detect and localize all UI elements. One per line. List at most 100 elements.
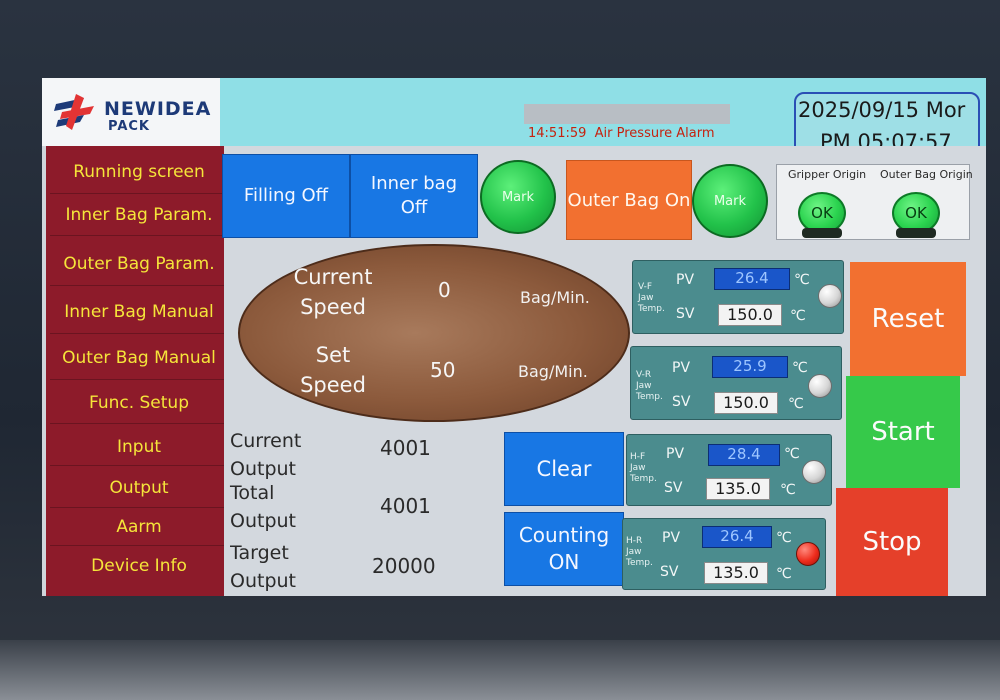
start-button[interactable]: Start	[846, 376, 960, 488]
sidebar-item-alarm[interactable]: Aarm	[50, 508, 228, 546]
alarm-time: 14:51:59	[528, 126, 587, 141]
temp-code: H-R	[626, 536, 643, 546]
temp-jaw: Jaw	[626, 546, 642, 557]
lamp-base	[896, 228, 936, 238]
set-speed-value[interactable]: 50	[430, 358, 455, 382]
hmi-screen: NEWIDEA PACK 14:51:59 Air Pressure Alarm…	[42, 78, 986, 596]
pv-label: PV	[662, 530, 681, 546]
temp-unit: ℃	[792, 360, 808, 376]
sidebar-item-inner-bag-param[interactable]: Inner Bag Param.	[50, 194, 228, 236]
temp-unit: ℃	[788, 396, 804, 412]
heater-on-indicator[interactable]	[796, 542, 820, 566]
pv-label: PV	[672, 360, 691, 376]
set-speed-label: Set Speed	[278, 340, 388, 401]
pv-label: PV	[676, 272, 695, 288]
current-output-label-line1: Current	[230, 430, 302, 452]
date-display: 2025/09/15 Mor	[798, 98, 966, 122]
heater-off-indicator[interactable]	[802, 460, 826, 484]
temp-unit: ℃	[784, 446, 800, 462]
set-speed-label-line2: Speed	[300, 373, 366, 398]
temp-unit: ℃	[780, 482, 796, 498]
sidebar-item-device-info[interactable]: Device Info	[50, 546, 228, 586]
current-output-label: Current Output	[230, 428, 301, 483]
pv-value: 28.4	[708, 444, 780, 466]
total-output-label: Total Output	[230, 480, 296, 535]
temp-panel-v-f-label: V-F Jaw Temp.	[638, 282, 665, 314]
sidebar-item-inner-bag-manual[interactable]: Inner Bag Manual	[50, 290, 228, 334]
pv-value: 25.9	[712, 356, 788, 378]
inner-bag-label-line2: Off	[400, 197, 428, 218]
temp-word: Temp.	[636, 391, 663, 402]
current-speed-unit: Bag/Min.	[520, 288, 590, 307]
lamp-base	[802, 228, 842, 238]
sidebar-item-running-screen[interactable]: Running screen	[50, 150, 228, 194]
temp-word: Temp.	[630, 473, 657, 484]
heater-off-indicator[interactable]	[808, 374, 832, 398]
current-speed-label: Current Speed	[278, 262, 388, 323]
current-output-label-line2: Output	[230, 457, 296, 480]
reset-button[interactable]: Reset	[850, 262, 966, 376]
current-speed-label-line2: Speed	[300, 295, 366, 320]
clear-button[interactable]: Clear	[504, 432, 624, 506]
sidebar-item-outer-bag-param[interactable]: Outer Bag Param.	[50, 242, 228, 286]
sidebar-item-func-setup[interactable]: Func. Setup	[50, 382, 228, 424]
logo-icon	[54, 94, 94, 130]
total-output-label-line2: Output	[230, 509, 296, 532]
target-output-label: Target Output	[230, 540, 296, 594]
temp-jaw: Jaw	[636, 380, 652, 391]
total-output-value: 4001	[380, 494, 431, 518]
stop-button[interactable]: Stop	[836, 488, 948, 596]
alarm-text: Air Pressure Alarm	[594, 126, 715, 141]
current-speed-value: 0	[438, 278, 451, 302]
gripper-origin-label: Gripper Origin	[788, 168, 867, 181]
temp-code: V-F	[638, 282, 653, 292]
target-output-label-line1: Target	[230, 542, 289, 564]
temp-unit: ℃	[794, 272, 810, 288]
logo-area: NEWIDEA PACK	[42, 78, 220, 146]
heater-off-indicator[interactable]	[818, 284, 842, 308]
temp-panel-h-r-label: H-R Jaw Temp.	[626, 536, 653, 568]
set-speed-label-line1: Set	[315, 343, 351, 367]
target-output-value[interactable]: 20000	[372, 554, 436, 578]
pv-label: PV	[666, 446, 685, 462]
temp-word: Temp.	[626, 557, 653, 568]
outer-bag-toggle-button[interactable]: Outer Bag On	[566, 160, 692, 240]
sv-label: SV	[664, 480, 683, 496]
temp-panel-h-f-label: H-F Jaw Temp.	[630, 452, 657, 484]
sv-label: SV	[672, 394, 691, 410]
pv-value: 26.4	[714, 268, 790, 290]
inner-bag-toggle-button[interactable]: Inner bag Off	[350, 154, 478, 238]
counting-toggle-button[interactable]: Counting ON	[504, 512, 624, 586]
logo-subtext: PACK	[108, 119, 151, 134]
sidebar-item-output[interactable]: Output	[50, 468, 228, 508]
counting-label-line2: ON	[548, 550, 580, 574]
temp-unit: ℃	[776, 530, 792, 546]
alarm-message: 14:51:59 Air Pressure Alarm	[528, 126, 715, 141]
sv-value[interactable]: 150.0	[718, 304, 782, 326]
temp-panel-v-r-label: V-R Jaw Temp.	[636, 370, 663, 402]
inner-bag-label-line1: Inner bag	[370, 172, 458, 194]
filling-toggle-button[interactable]: Filling Off	[222, 154, 350, 238]
logo-text: NEWIDEA	[104, 98, 212, 120]
target-output-label-line2: Output	[230, 569, 296, 592]
sv-value[interactable]: 150.0	[714, 392, 778, 414]
alarm-banner	[524, 104, 730, 124]
sidebar-item-outer-bag-manual[interactable]: Outer Bag Manual	[50, 336, 228, 380]
sv-value[interactable]: 135.0	[704, 562, 768, 584]
temp-unit: ℃	[776, 566, 792, 582]
total-output-label-line1: Total	[230, 482, 275, 504]
sidebar-nav: Running screen Inner Bag Param. Outer Ba…	[46, 146, 228, 596]
sv-value[interactable]: 135.0	[706, 478, 770, 500]
temp-unit: ℃	[790, 308, 806, 324]
temp-jaw: Jaw	[638, 292, 654, 303]
counting-label-line1: Counting	[518, 523, 610, 547]
temp-jaw: Jaw	[630, 462, 646, 473]
outer-bag-origin-label: Outer Bag Origin	[880, 168, 973, 181]
inner-bag-mark-lamp[interactable]: Mark	[480, 160, 556, 234]
current-output-value: 4001	[380, 436, 431, 460]
outer-bag-mark-lamp[interactable]: Mark	[692, 164, 768, 238]
sv-label: SV	[676, 306, 695, 322]
pv-value: 26.4	[702, 526, 772, 548]
sidebar-item-input[interactable]: Input	[50, 428, 228, 466]
temp-word: Temp.	[638, 303, 665, 314]
